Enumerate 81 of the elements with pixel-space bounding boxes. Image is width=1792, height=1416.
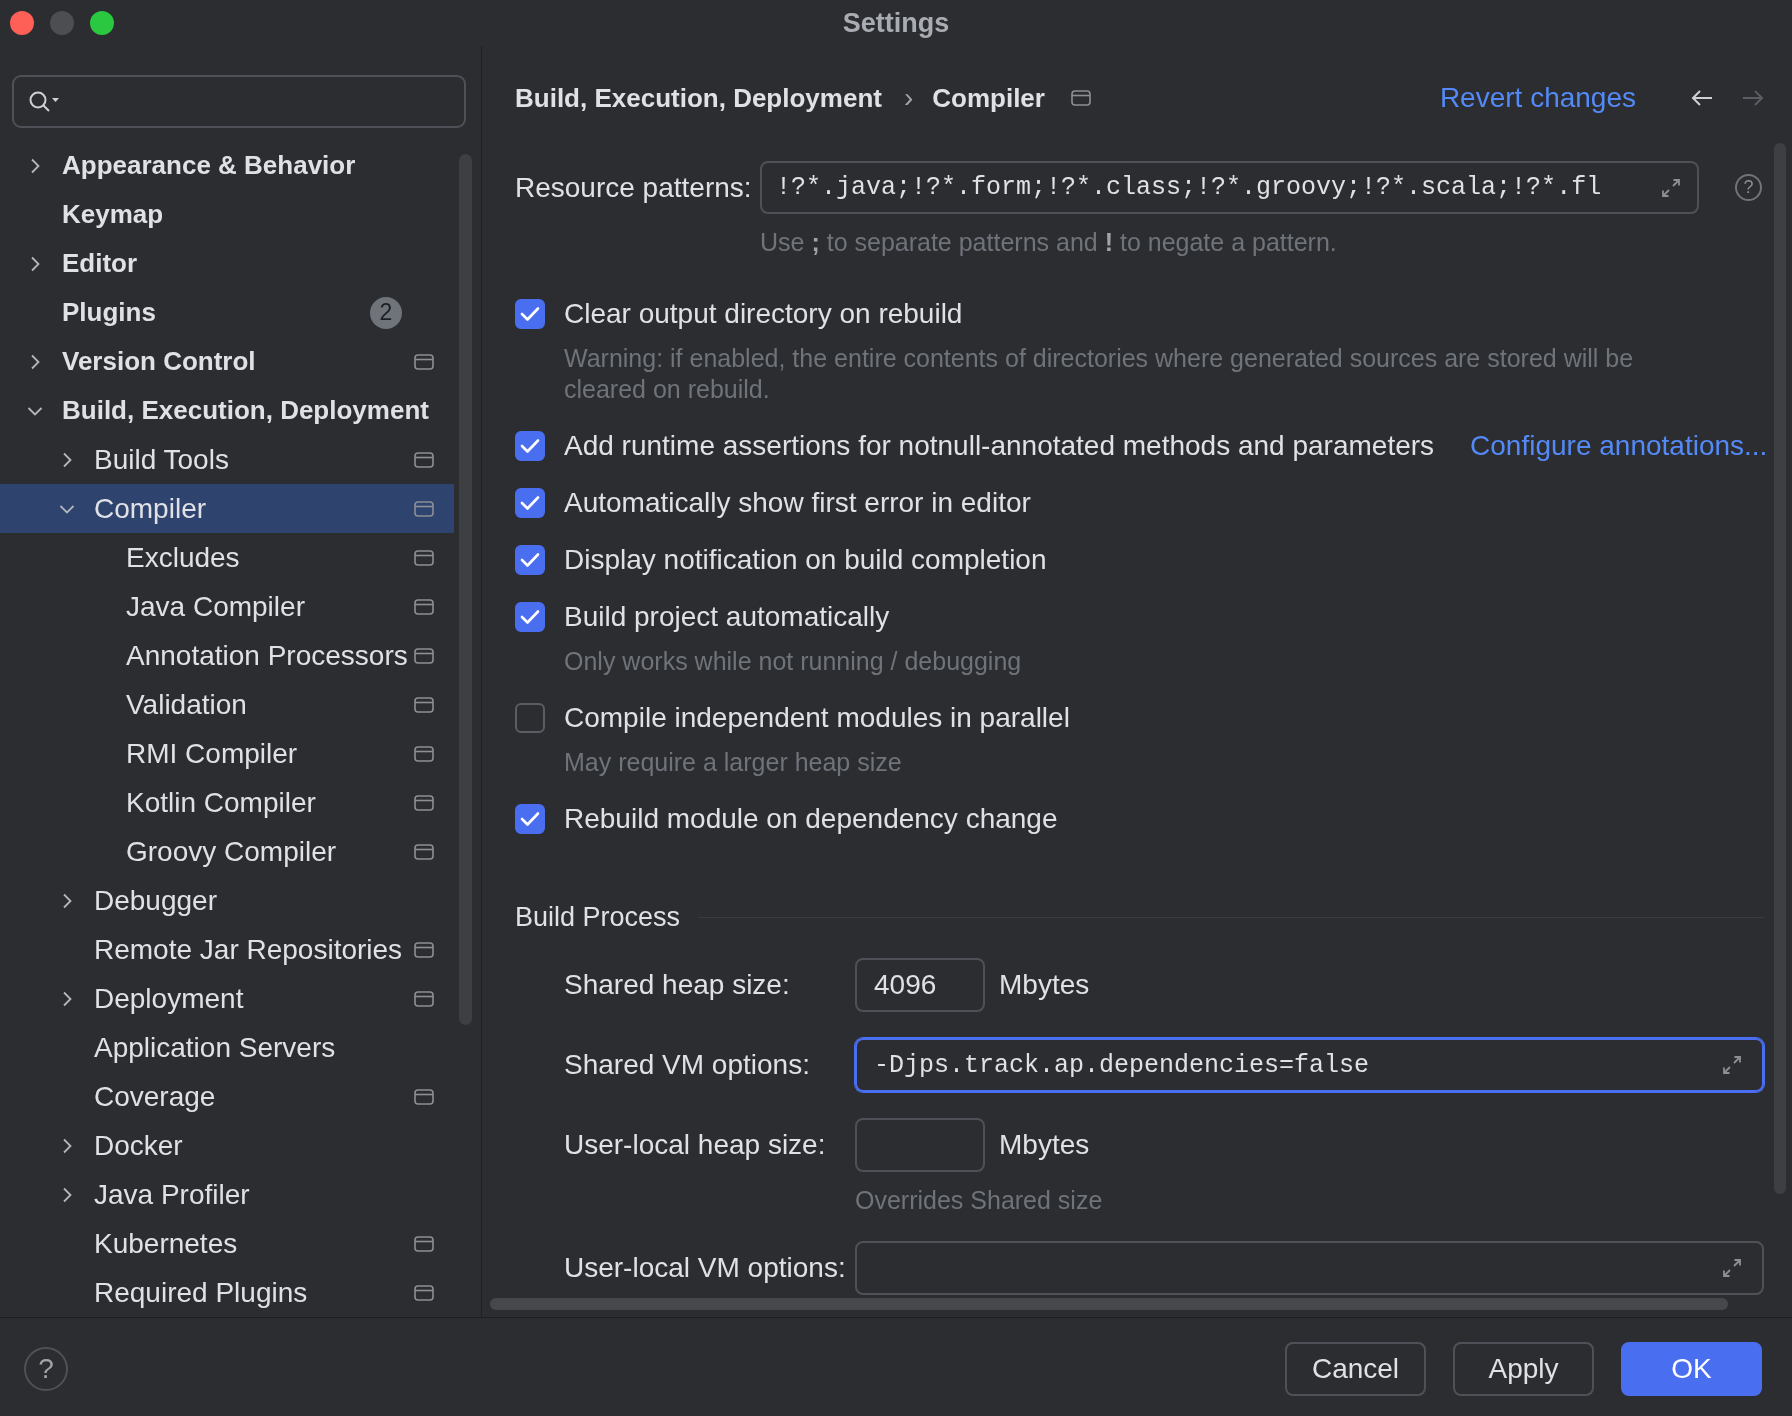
dialog-button[interactable]: Cancel xyxy=(1285,1342,1426,1396)
checkbox[interactable] xyxy=(515,545,545,575)
checkbox-label[interactable]: Compile independent modules in parallel xyxy=(564,702,1070,734)
breadcrumb-item[interactable]: Build, Execution, Deployment xyxy=(515,82,882,114)
tree-item[interactable]: Groovy Compiler xyxy=(0,827,454,876)
checkbox-label[interactable]: Clear output directory on rebuild xyxy=(564,298,963,330)
checkbox-label[interactable]: Add runtime assertions for notnull-annotated methods and parameters xyxy=(564,430,1435,462)
number-field[interactable] xyxy=(855,1118,985,1172)
tree-item[interactable]: Appearance & Behavior xyxy=(0,141,454,190)
tree-item[interactable]: Editor xyxy=(0,239,454,288)
tree-item[interactable]: Kotlin Compiler xyxy=(0,778,454,827)
checkmark-icon xyxy=(520,438,540,454)
field-label: User-local VM options: xyxy=(564,1252,847,1284)
field-label: Shared heap size: xyxy=(564,969,791,1001)
tree-item[interactable]: Kubernetes xyxy=(0,1219,454,1268)
search-field[interactable] xyxy=(12,75,466,128)
field-label: Shared VM options: xyxy=(564,1049,811,1081)
tree-item[interactable]: Validation xyxy=(0,680,454,729)
arrow-left-icon[interactable] xyxy=(1690,88,1714,108)
scrollbar[interactable] xyxy=(490,1298,1728,1310)
count-badge: 2 xyxy=(370,296,402,329)
field-label: Resource patterns: xyxy=(515,171,753,204)
expand-icon[interactable] xyxy=(1720,1053,1744,1077)
window-zoom-button[interactable] xyxy=(90,11,114,35)
tree-item[interactable]: Compiler xyxy=(0,484,454,533)
tree-item[interactable]: Coverage xyxy=(0,1072,454,1121)
text-field[interactable]: -Djps.track.ap.dependencies=false xyxy=(855,1038,1764,1092)
option-hint: Warning: if enabled, the entire contents of directories where generated sources are stored will be cleared on rebuild. xyxy=(564,343,1635,405)
tree-item[interactable]: Required Plugins xyxy=(0,1268,454,1317)
tree-item[interactable]: Remote Jar Repositories xyxy=(0,925,454,974)
help-button[interactable]: ? xyxy=(1735,174,1762,201)
checkbox[interactable] xyxy=(515,299,545,329)
tree-item[interactable]: Keymap xyxy=(0,190,454,239)
window-title: Settings xyxy=(842,7,950,39)
breadcrumb-item: Compiler xyxy=(932,82,1045,114)
checkmark-icon xyxy=(520,811,540,827)
window-close-button[interactable] xyxy=(10,11,34,35)
checkbox[interactable] xyxy=(515,703,545,733)
checkbox[interactable] xyxy=(515,488,545,518)
dialog-button[interactable]: Apply xyxy=(1453,1342,1594,1396)
checkbox-label[interactable]: Build project automatically xyxy=(564,601,890,633)
field-hint: Use ; to separate patterns and ! to negate a pattern. xyxy=(760,227,1338,258)
checkbox-label[interactable]: Automatically show first error in editor xyxy=(564,487,1031,519)
checkmark-icon xyxy=(520,609,540,625)
expand-icon[interactable] xyxy=(1720,1256,1744,1280)
tree-item[interactable]: Docker xyxy=(0,1121,454,1170)
unit-label: Mbytes xyxy=(999,1129,1090,1161)
tree-item[interactable]: Deployment xyxy=(0,974,454,1023)
checkmark-icon xyxy=(520,552,540,568)
checkbox[interactable] xyxy=(515,602,545,632)
help-button[interactable]: ? xyxy=(24,1347,68,1391)
checkbox[interactable] xyxy=(515,431,545,461)
field-hint: Overrides Shared size xyxy=(855,1185,1104,1216)
checkmark-icon xyxy=(520,306,540,322)
section-title: Build Process xyxy=(515,901,681,933)
tree-item[interactable]: RMI Compiler xyxy=(0,729,454,778)
tree-item[interactable]: Build, Execution, Deployment xyxy=(0,386,454,435)
tree-item[interactable]: Java Compiler xyxy=(0,582,454,631)
number-field[interactable]: 4096 xyxy=(855,958,985,1012)
option-hint: May require a larger heap size xyxy=(564,747,903,778)
field-label: User-local heap size: xyxy=(564,1129,827,1161)
tree-item[interactable]: Annotation Processors xyxy=(0,631,454,680)
tree-item[interactable]: Debugger xyxy=(0,876,454,925)
tree-item[interactable]: Java Profiler xyxy=(0,1170,454,1219)
checkmark-icon xyxy=(520,495,540,511)
tree-item[interactable]: Build Tools xyxy=(0,435,454,484)
revert-link[interactable]: Revert changes xyxy=(1439,82,1636,114)
tree-item[interactable]: Excludes xyxy=(0,533,454,582)
checkbox-label[interactable]: Display notification on build completion xyxy=(564,544,1047,576)
tree-item[interactable]: Plugins 2 xyxy=(0,288,454,337)
dialog-button[interactable]: OK xyxy=(1621,1342,1762,1396)
tree-item[interactable]: Version Control xyxy=(0,337,454,386)
text-field[interactable]: !?*.java;!?*.form;!?*.class;!?*.groovy;!?*.scala;!?*.fl xyxy=(760,161,1699,214)
unit-label: Mbytes xyxy=(999,969,1090,1001)
configure-link[interactable]: Configure annotations... xyxy=(1470,430,1768,462)
option-hint: Only works while not running / debugging xyxy=(564,646,1023,677)
checkbox-label[interactable]: Rebuild module on dependency change xyxy=(564,803,1058,835)
tree-item[interactable]: Application Servers xyxy=(0,1023,454,1072)
checkbox[interactable] xyxy=(515,804,545,834)
breadcrumb-separator: › xyxy=(903,82,914,114)
text-field[interactable] xyxy=(855,1241,1764,1295)
